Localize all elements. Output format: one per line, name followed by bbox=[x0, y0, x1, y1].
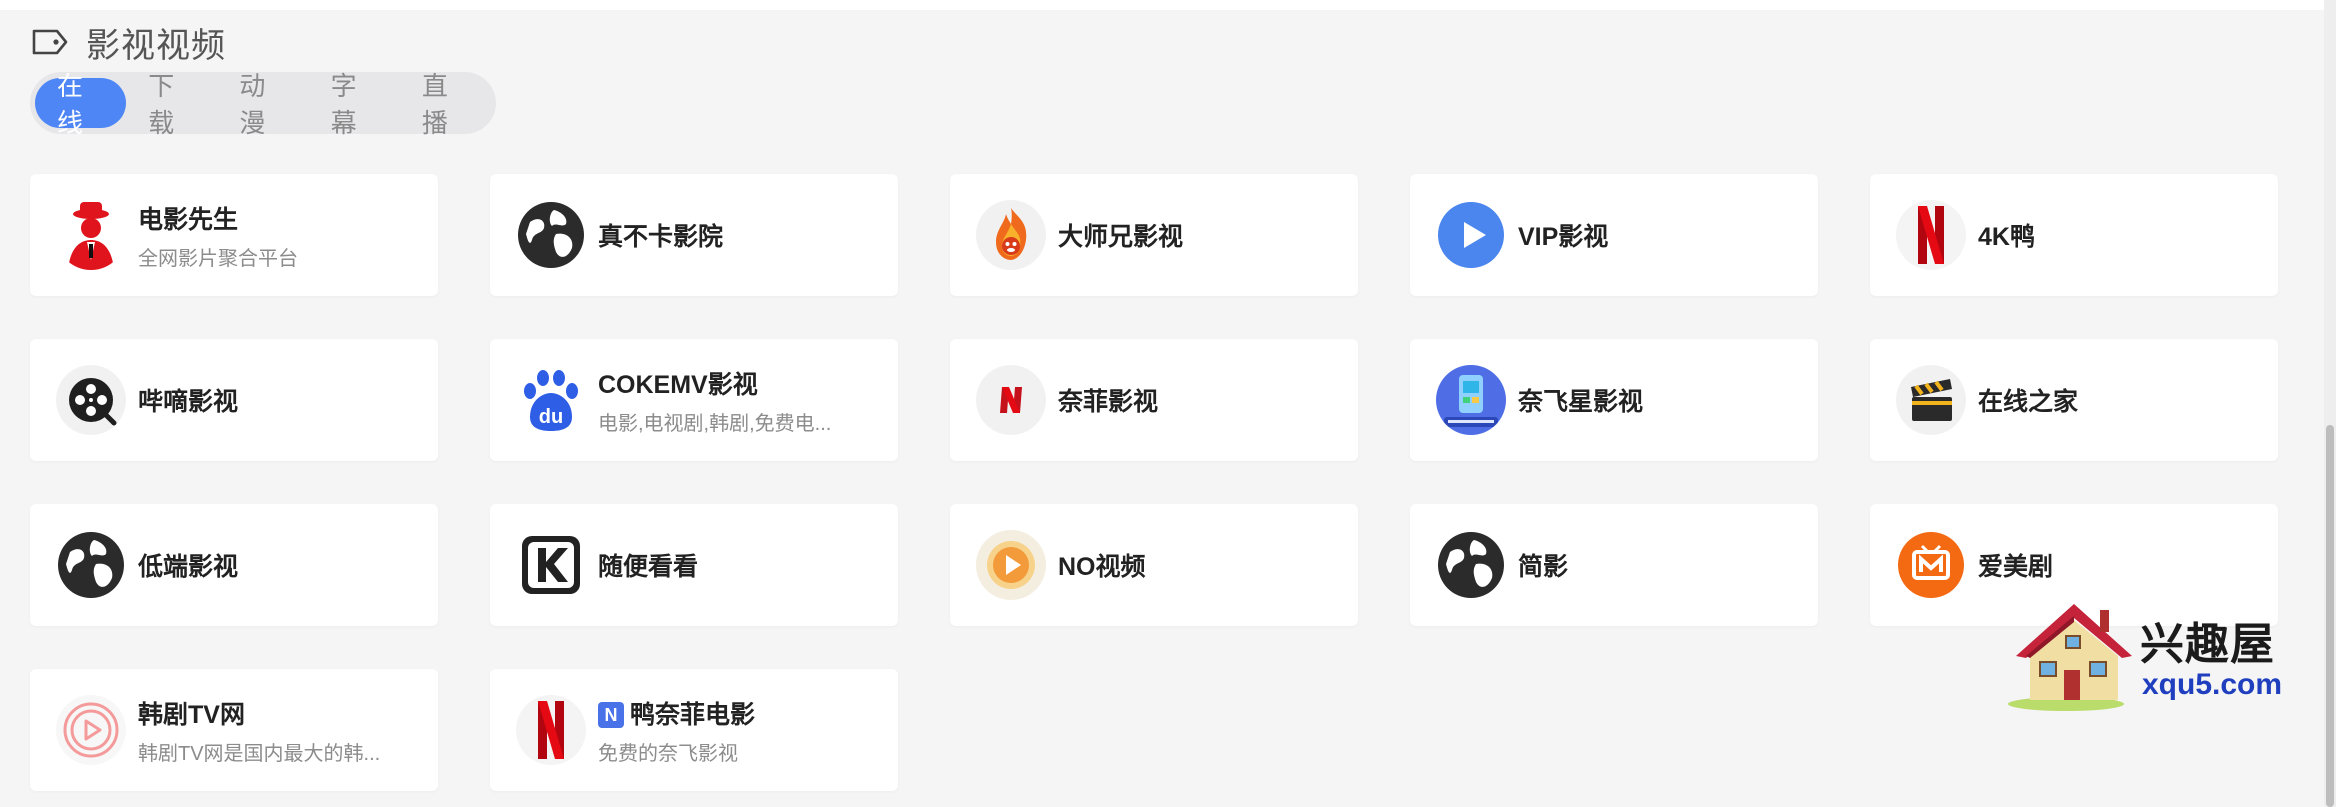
clapperboard-icon bbox=[1896, 365, 1966, 435]
tag-icon bbox=[32, 29, 68, 55]
tab-anime[interactable]: 动漫 bbox=[217, 71, 308, 138]
globe-icon bbox=[1436, 530, 1506, 600]
site-card[interactable]: N 鸭奈菲电影 免费的奈飞影视 bbox=[490, 669, 898, 791]
site-name: 真不卡影院 bbox=[598, 223, 724, 251]
site-card[interactable]: 低端影视 bbox=[30, 504, 438, 626]
netflix-n-icon bbox=[516, 695, 586, 765]
site-card[interactable]: 4K鸭 bbox=[1870, 174, 2278, 296]
house-logo bbox=[2008, 604, 2132, 711]
site-card[interactable]: 随便看看 bbox=[490, 504, 898, 626]
site-name: 简影 bbox=[1518, 553, 1569, 581]
site-name: VIP影视 bbox=[1518, 223, 1609, 251]
baidu-paw-icon: du bbox=[516, 365, 586, 435]
site-card[interactable]: 韩剧TV网 韩剧TV网是国内最大的韩... bbox=[30, 669, 438, 791]
tab-live[interactable]: 直播 bbox=[400, 71, 491, 138]
site-name: 奈菲影视 bbox=[1058, 388, 1159, 416]
tv-m-icon bbox=[1896, 530, 1966, 600]
netflix-n-icon bbox=[1896, 200, 1966, 270]
k-logo-icon bbox=[516, 530, 586, 600]
app-avatar-icon bbox=[1436, 365, 1506, 435]
site-card[interactable]: 奈飞星影视 bbox=[1410, 339, 1818, 461]
site-name: 大师兄影视 bbox=[1058, 223, 1184, 251]
site-name: 低端影视 bbox=[138, 553, 239, 581]
scrollbar[interactable] bbox=[2324, 0, 2336, 807]
site-name: COKEMV影视 bbox=[598, 370, 758, 399]
site-card[interactable]: 简影 bbox=[1410, 504, 1818, 626]
globe-icon bbox=[516, 200, 586, 270]
top-bar bbox=[0, 0, 2336, 10]
site-name: N 鸭奈菲电影 bbox=[598, 695, 755, 731]
site-desc: 电影,电视剧,韩剧,免费电... bbox=[598, 412, 832, 435]
tab-online[interactable]: 在线 bbox=[35, 71, 127, 138]
site-name: 4K鸭 bbox=[1978, 223, 2035, 251]
site-card[interactable]: 奈菲影视 bbox=[950, 339, 1358, 461]
section-title: 影视视频 bbox=[86, 26, 226, 65]
tab-download[interactable]: 下载 bbox=[126, 71, 217, 138]
red-hat-man-icon bbox=[56, 200, 126, 270]
netflix-n-icon bbox=[976, 365, 1046, 435]
section-header: 影视视频 bbox=[30, 18, 226, 66]
site-name: 随便看看 bbox=[598, 553, 699, 581]
site-name: 在线之家 bbox=[1978, 388, 2079, 416]
site-card[interactable]: 哔嘀影视 bbox=[30, 339, 438, 461]
site-card[interactable]: 大师兄影视 bbox=[950, 174, 1358, 296]
site-card[interactable]: 在线之家 bbox=[1870, 339, 2278, 461]
flame-monkey-icon bbox=[976, 200, 1046, 270]
site-name: 电影先生 bbox=[138, 205, 239, 234]
site-desc: 全网影片聚合平台 bbox=[138, 247, 298, 270]
site-name: 奈飞星影视 bbox=[1518, 388, 1644, 416]
play-circle-icon bbox=[1436, 200, 1506, 270]
watermark: 兴趣屋 xqu5.com bbox=[2004, 596, 2304, 716]
site-name: 爱美剧 bbox=[1978, 553, 2054, 581]
site-desc: 免费的奈飞影视 bbox=[598, 742, 738, 765]
film-reel-icon bbox=[56, 365, 126, 435]
svg-text:du: du bbox=[539, 406, 563, 428]
site-desc: 韩剧TV网是国内最大的韩... bbox=[138, 742, 381, 765]
watermark-url: xqu5.com bbox=[2142, 668, 2283, 701]
site-name: 韩剧TV网 bbox=[138, 700, 245, 729]
tab-subtitles[interactable]: 字幕 bbox=[309, 71, 400, 138]
site-card[interactable]: 电影先生 全网影片聚合平台 bbox=[30, 174, 438, 296]
globe-icon bbox=[56, 530, 126, 600]
scrollbar-thumb[interactable] bbox=[2326, 425, 2334, 807]
watermark-text: 兴趣屋 bbox=[2140, 620, 2275, 669]
site-card[interactable]: du COKEMV影视 电影,电视剧,韩剧,免费电... bbox=[490, 339, 898, 461]
site-card[interactable]: NO视频 bbox=[950, 504, 1358, 626]
site-card[interactable]: VIP影视 bbox=[1410, 174, 1818, 296]
category-tabs: 在线 下载 动漫 字幕 直播 bbox=[30, 71, 496, 138]
site-name: NO视频 bbox=[1058, 553, 1146, 581]
play-ring-icon bbox=[56, 695, 126, 765]
n-badge: N bbox=[598, 701, 624, 728]
site-name: 哔嘀影视 bbox=[138, 388, 239, 416]
site-name-text: 鸭奈菲电影 bbox=[630, 700, 756, 729]
site-card[interactable]: 真不卡影院 bbox=[490, 174, 898, 296]
play-badge-icon bbox=[976, 530, 1046, 600]
